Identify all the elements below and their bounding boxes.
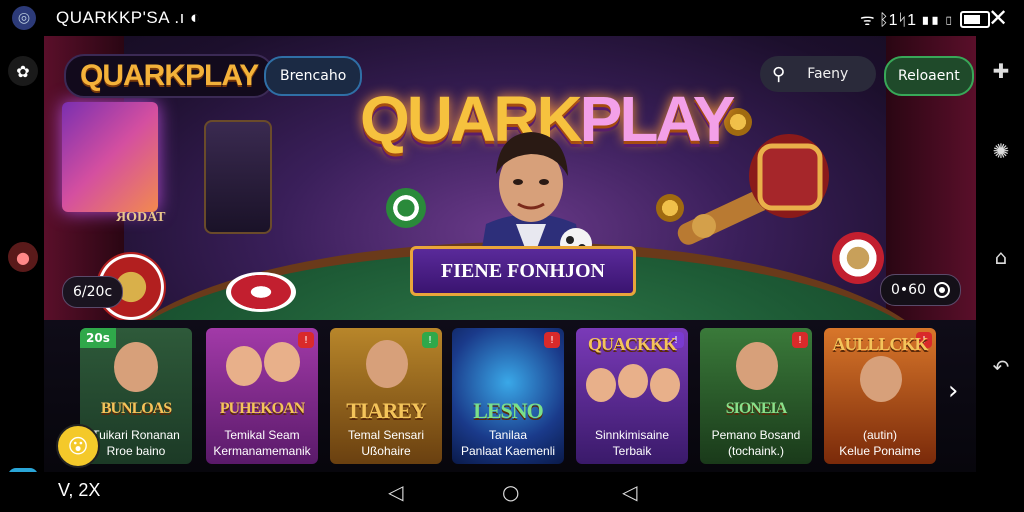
card-subtitle-2: Ußohaire [361,444,411,458]
card-character [586,368,616,402]
game-card[interactable]: ! PUHEKOAN Temikal Seam Kermanamemanik [206,328,318,464]
search-icon: ⚲ [772,63,786,85]
poker-chip [226,272,296,312]
card-subtitle-2: Panlaat Kaemenli [460,444,556,458]
home-icon[interactable]: ⌂ [988,244,1014,270]
badge-right-text: 0•60 [891,282,926,298]
card-title: SIONEIA [725,400,788,417]
right-rail: ✚ ✺ ⌂ ↶ ⁘ [976,36,1024,503]
nav-back-icon[interactable]: ◁ [388,480,403,504]
nav-recent-icon[interactable]: ◁ [622,480,637,504]
card-title: TIAREY [346,398,427,423]
card-title: PUHEKOAN [219,400,305,417]
quarkplay-logo[interactable]: QUARKPLAY [64,54,275,98]
card-character [650,368,680,402]
card-subtitle-2: Terbaik [612,444,652,458]
gear-icon[interactable]: ✿ [8,56,38,86]
poker-chip [832,232,884,284]
card-corner-badge: ! [298,332,314,348]
nav-home-icon[interactable]: ○ [502,480,519,504]
record-icon [933,282,950,298]
slot-machine [204,120,272,234]
close-icon[interactable]: ✕ [988,4,1008,32]
back-arrow-icon[interactable]: ↶ [988,354,1014,380]
card-subtitle: (autin) [862,428,897,442]
game-card[interactable]: ! LESNO Tanilaa Panlaat Kaemenli [452,328,564,464]
card-title: LESNO [473,398,544,423]
chevron-right-icon[interactable]: › [948,376,958,406]
badge-right[interactable]: 0•60 [880,274,961,306]
game-hero-view: ЯODAT QUARKPLAY Brencaho ⚲ Faeny Reloaen… [44,36,976,472]
status-bar: ◎ QUARKKP'SA .ı ◐ ᯤ ᛒ1ᛋ1 ▮▮ ▯ ✕ [0,0,1024,36]
game-card-row: 20s BUNLOAS Tuikari Ronanan Rroe baino !… [44,320,976,472]
badge-left: 6/20c [62,276,124,308]
card-character [618,364,648,398]
card-character [114,342,158,392]
left-rail: ✿ ● ✓ [0,36,44,498]
card-subtitle: Sinnkimisaine [594,428,670,442]
card-subtitle: Temal Sensari [347,428,425,442]
card-character [736,342,778,390]
reload-button[interactable]: Reloaent [884,56,974,96]
card-character [366,340,408,388]
card-title: QUACKKK [587,334,677,354]
card-badge: 20s [80,328,116,348]
puzzle-icon[interactable]: ✚ [988,58,1014,84]
card-corner-badge: ! [422,332,438,348]
search-placeholder: Faeny [807,66,849,82]
card-subtitle-2: Kermanamemanik [213,444,311,458]
card-character [264,342,300,382]
settings-icon[interactable]: ✺ [988,138,1014,164]
globe-icon: ◎ [12,6,36,30]
status-app-title: QUARKKP'SA .ı ◐ [56,8,201,27]
game-card[interactable]: ! QUACKKK Sinnkimisaine Terbaik [576,328,688,464]
game-card[interactable]: ! AULLLCKK (autin) Kelue Ponaime [824,328,936,464]
poker-chip [386,188,426,228]
status-indicators: ᯤ ᛒ1ᛋ1 ▮▮ ▯ [860,8,990,30]
game-card[interactable]: ! TIAREY Temal Sensari Ußohaire [330,328,442,464]
arcade-screen [62,102,158,212]
card-title: AULLLCKK [832,334,928,354]
card-subtitle-2: (tochaink.) [727,444,785,458]
arcade-screen-text: ЯODAT [116,210,166,225]
card-corner-badge: ! [544,332,560,348]
card-subtitle: Tanilaa [488,428,528,442]
card-character [860,356,902,402]
card-subtitle: Temikal Seam [224,428,300,442]
system-nav-bar: V, 2X ◁ ○ ◁ [0,472,1024,512]
avatar-icon[interactable]: ● [8,242,38,272]
brencaho-button[interactable]: Brencaho [264,56,363,96]
battery-icon [959,10,990,28]
card-subtitle-2: Kelue Ponaime [839,444,921,458]
game-card[interactable]: ! SIONEIA Pemano Bosand (tochaink.) [700,328,812,464]
card-subtitle: Pemano Bosand [711,428,801,442]
status-indicator-text: ᯤ ᛒ1ᛋ1 ▮▮ ▯ [860,12,954,29]
bottom-left-text: V, 2X [58,480,101,500]
card-title: BUNLOAS [100,400,172,417]
card-character [226,346,262,386]
hero-banner-button[interactable]: FIENE FONHJON [410,246,636,296]
golden-hammer [677,134,829,245]
search-bar[interactable]: ⚲ Faeny [760,56,876,92]
emoji-badge[interactable]: 😮 [56,424,100,468]
card-corner-badge: ! [792,332,808,348]
